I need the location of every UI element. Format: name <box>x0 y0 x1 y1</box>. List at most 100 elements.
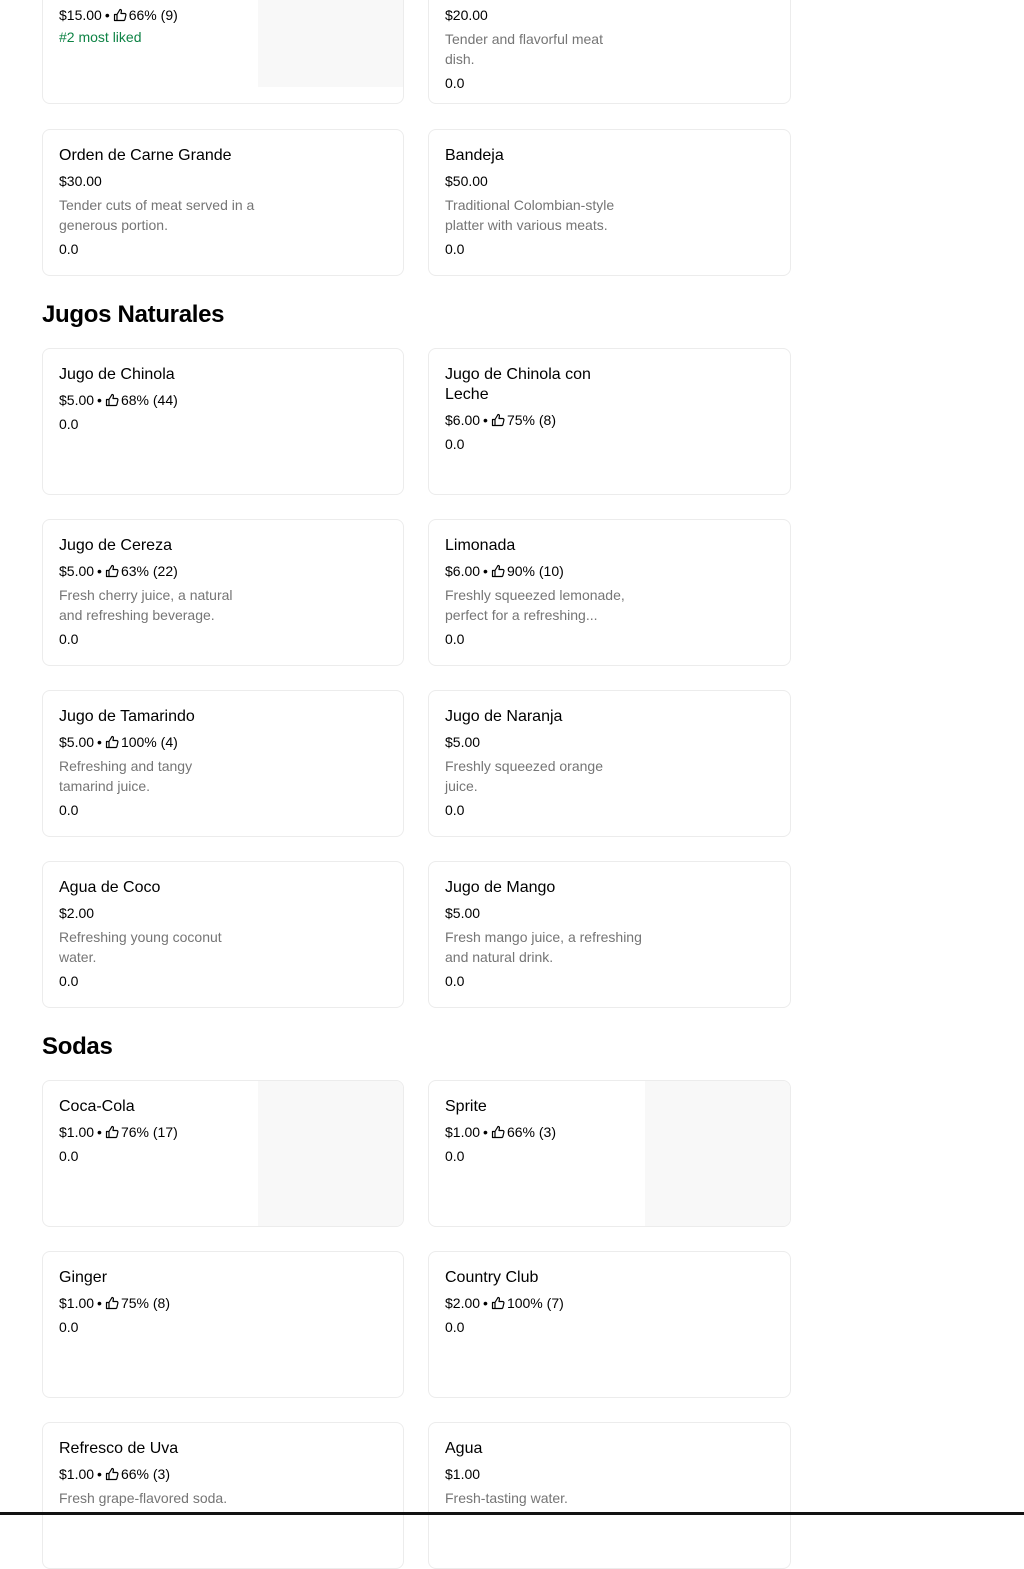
item-description: Fresh grape-flavored soda. <box>59 1490 228 1506</box>
item-description: Freshly squeezed orange juice. <box>445 758 603 794</box>
menu-item-info: Agua de Coco $2.00 Refreshing young coco… <box>59 878 244 991</box>
menu-item-card[interactable]: Jugo de Tamarindo $5.00 • 100% (4) Refre… <box>42 690 404 837</box>
menu-item-info: Jugo de Naranja $5.00 Freshly squeezed o… <box>445 707 625 820</box>
thumbs-up-icon <box>491 1125 505 1139</box>
menu-item-card[interactable]: Jugo de Chinola con Leche $6.00 • 75% (8… <box>428 348 791 495</box>
menu-item-card[interactable]: Ginger $1.00 • 75% (8) 0.0 <box>42 1251 404 1398</box>
separator: • <box>483 412 488 428</box>
item-name: Jugo de Cereza <box>59 537 172 554</box>
section-title-sodas: Sodas <box>42 1033 113 1060</box>
item-rating: 0.0 <box>445 436 465 452</box>
like-count: (10) <box>538 563 564 579</box>
price-line: $1.00 • 66% (3) <box>445 1122 645 1142</box>
item-price: $5.00 <box>59 563 95 579</box>
menu-item-card[interactable]: Coca-Cola $1.00 • 76% (17) 0.0 <box>42 1080 404 1227</box>
item-price: $6.00 <box>445 412 481 428</box>
menu-item-info: Limonada $6.00 • 90% (10) Freshly squeez… <box>445 536 645 649</box>
like-count: (3) <box>152 1466 170 1482</box>
price-line: $2.00 • 100% (7) <box>445 1293 645 1313</box>
like-percent: 66% <box>120 1466 149 1482</box>
item-price: $1.00 <box>445 1124 481 1140</box>
item-rating: 0.0 <box>445 1148 465 1164</box>
item-description: Tender cuts of meat served in a generous… <box>59 197 255 233</box>
menu-item-card[interactable]: Jugo de Chinola $5.00 • 68% (44) 0.0 <box>42 348 404 495</box>
thumbs-up-icon <box>491 1296 505 1310</box>
menu-item-info: Jugo de Cereza $5.00 • 63% (22) Fresh ch… <box>59 536 255 649</box>
item-rating: 0.0 <box>59 1319 79 1335</box>
like-count: (22) <box>152 563 178 579</box>
menu-item-info: Ginger $1.00 • 75% (8) 0.0 <box>59 1268 255 1337</box>
separator: • <box>97 1124 102 1140</box>
menu-item-card[interactable]: Limonada $6.00 • 90% (10) Freshly squeez… <box>428 519 791 666</box>
section-title-jugos: Jugos Naturales <box>42 301 225 328</box>
separator: • <box>97 392 102 408</box>
menu-item-card[interactable]: Country Club $2.00 • 100% (7) 0.0 <box>428 1251 791 1398</box>
price-line: $6.00 • 75% (8) <box>445 410 625 430</box>
menu-item-info: Orden de Carne Grande $30.00 Tender cuts… <box>59 146 255 259</box>
item-rating: 0.0 <box>59 241 79 257</box>
item-price: $5.00 <box>59 392 95 408</box>
item-rating: 0.0 <box>445 1319 465 1335</box>
item-image-placeholder <box>258 0 403 87</box>
menu-item-info: $20.00 Tender and flavorful meat dish. 0… <box>445 5 630 93</box>
item-name: Jugo de Chinola con Leche <box>445 366 591 403</box>
menu-item-info: Country Club $2.00 • 100% (7) 0.0 <box>445 1268 645 1337</box>
separator: • <box>97 1295 102 1311</box>
item-name: Agua <box>445 1440 483 1457</box>
like-percent: 90% <box>506 563 535 579</box>
item-name: Jugo de Chinola <box>59 366 175 383</box>
like-percent: 63% <box>120 563 149 579</box>
item-name: Sprite <box>445 1098 487 1115</box>
item-price: $5.00 <box>59 734 95 750</box>
item-price: $20.00 <box>445 7 488 23</box>
item-rating: 0.0 <box>445 631 465 647</box>
thumbs-up-icon <box>105 735 119 749</box>
item-name: Jugo de Tamarindo <box>59 708 195 725</box>
menu-item-card[interactable]: Jugo de Naranja $5.00 Freshly squeezed o… <box>428 690 791 837</box>
item-price: $1.00 <box>59 1124 95 1140</box>
price-line: $5.00 • 100% (4) <box>59 732 255 752</box>
menu-item-info: Refresco de Uva $1.00 • 66% (3) Fresh gr… <box>59 1439 259 1508</box>
menu-item-info: Jugo de Tamarindo $5.00 • 100% (4) Refre… <box>59 707 255 820</box>
menu-item-card[interactable]: $20.00 Tender and flavorful meat dish. 0… <box>428 0 791 104</box>
menu-item-info: Coca-Cola $1.00 • 76% (17) 0.0 <box>59 1097 255 1166</box>
item-price: $5.00 <box>445 905 481 921</box>
thumbs-up-icon <box>105 393 119 407</box>
menu-item-info: Agua $1.00 Fresh-tasting water. <box>445 1439 645 1508</box>
menu-item-card[interactable]: $15.00 • 66% (9) #2 most liked <box>42 0 404 104</box>
like-count: (44) <box>152 392 178 408</box>
menu-item-info: Sprite $1.00 • 66% (3) 0.0 <box>445 1097 645 1166</box>
like-count: (7) <box>546 1295 564 1311</box>
separator: • <box>97 1466 102 1482</box>
item-image-placeholder <box>645 1081 790 1226</box>
item-name: Refresco de Uva <box>59 1440 179 1457</box>
price-line: $5.00 • 63% (22) <box>59 561 255 581</box>
item-price: $15.00 <box>59 7 102 23</box>
item-name: Ginger <box>59 1269 108 1286</box>
menu-item-info: Jugo de Chinola $5.00 • 68% (44) 0.0 <box>59 365 255 434</box>
menu-item-card[interactable]: Refresco de Uva $1.00 • 66% (3) Fresh gr… <box>42 1422 404 1569</box>
like-count: (4) <box>160 734 178 750</box>
like-percent: 100% <box>120 734 157 750</box>
like-count: (8) <box>152 1295 170 1311</box>
most-liked-badge: #2 most liked <box>59 29 142 45</box>
item-rating: 0.0 <box>445 241 465 257</box>
menu-item-card[interactable]: Agua $1.00 Fresh-tasting water. <box>428 1422 791 1569</box>
thumbs-up-icon <box>105 1467 119 1481</box>
menu-item-card[interactable]: Sprite $1.00 • 66% (3) 0.0 <box>428 1080 791 1227</box>
item-rating: 0.0 <box>445 802 465 818</box>
like-percent: 100% <box>506 1295 543 1311</box>
menu-item-card[interactable]: Orden de Carne Grande $30.00 Tender cuts… <box>42 129 404 276</box>
menu-item-info: Bandeja $50.00 Traditional Colombian-sty… <box>445 146 645 259</box>
item-name: Orden de Carne Grande <box>59 147 232 164</box>
menu-item-card[interactable]: Jugo de Mango $5.00 Fresh mango juice, a… <box>428 861 791 1008</box>
thumbs-up-icon <box>105 1296 119 1310</box>
like-count: (17) <box>152 1124 178 1140</box>
menu-item-card[interactable]: Jugo de Cereza $5.00 • 63% (22) Fresh ch… <box>42 519 404 666</box>
menu-item-card[interactable]: Agua de Coco $2.00 Refreshing young coco… <box>42 861 404 1008</box>
item-rating: 0.0 <box>59 416 79 432</box>
menu-item-card[interactable]: Bandeja $50.00 Traditional Colombian-sty… <box>428 129 791 276</box>
price-line: $1.00 • 66% (3) <box>59 1464 259 1484</box>
item-description: Fresh mango juice, a refreshing and natu… <box>445 929 642 965</box>
separator: • <box>97 563 102 579</box>
